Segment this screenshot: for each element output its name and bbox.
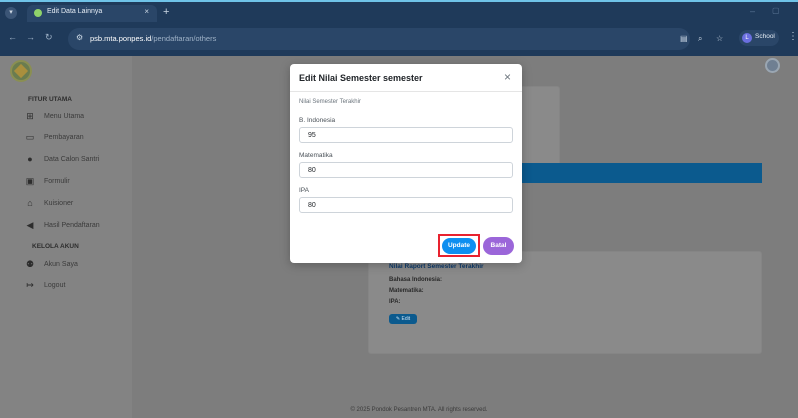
url-host: psb.mta.ponpes.id — [90, 34, 152, 43]
logo-emblem-icon — [13, 63, 29, 79]
profile-avatar-icon: L — [742, 33, 752, 43]
tab-title: Edit Data Lainnya — [47, 8, 103, 15]
modal-divider — [290, 91, 522, 92]
sidebar-item-akun-saya[interactable]: ⚉ Akun Saya — [24, 259, 124, 273]
tab-close-icon[interactable]: × — [144, 7, 149, 16]
forward-icon[interactable]: → — [26, 32, 35, 42]
sidebar-item-label: Menu Utama — [44, 113, 85, 120]
sidebar-item-label: Hasil Pendaftaran — [44, 222, 100, 229]
info-line: Matematika: — [389, 288, 424, 294]
ipa-input[interactable] — [299, 197, 513, 213]
sidebar-item-kuisioner[interactable]: ⌂ Kuisioner — [24, 198, 124, 212]
sidebar-item-formulir[interactable]: ▣ Formulir — [24, 176, 124, 190]
sidebar-item-logout[interactable]: ↦ Logout — [24, 280, 124, 294]
footer: © 2025 Pondok Pesantren MTA. All rights … — [350, 407, 488, 413]
favicon-icon — [34, 9, 42, 17]
new-tab-button[interactable]: + — [163, 6, 169, 18]
info-line: IPA: — [389, 299, 401, 305]
translate-icon[interactable]: ▤ — [680, 34, 688, 43]
sidebar-item-label: Pembayaran — [44, 134, 84, 141]
section-title-main: FITUR UTAMA — [28, 96, 72, 103]
zoom-icon[interactable]: ⌕ — [698, 34, 702, 44]
user-icon: ● — [27, 154, 33, 164]
address-bar[interactable]: ⚙ psb.mta.ponpes.id/pendaftaran/others — [68, 28, 690, 50]
modal-title: Edit Nilai Semester semester — [299, 73, 423, 83]
sidebar-item-label: Formulir — [44, 178, 70, 185]
questionnaire-icon: ⌂ — [27, 198, 33, 208]
profile-label: School — [755, 33, 775, 40]
sidebar-item-menu-utama[interactable]: ⊞ Menu Utama — [24, 111, 124, 125]
browser-toolbar: ← → ↻ ⚙ psb.mta.ponpes.id/pendaftaran/ot… — [0, 22, 798, 56]
sidebar-item-label: Akun Saya — [44, 261, 78, 268]
close-icon[interactable]: × — [504, 70, 511, 84]
edit-modal: Edit Nilai Semester semester × Nilai Sem… — [290, 64, 522, 263]
url-path: /pendaftaran/others — [151, 34, 217, 43]
sidebar-item-pembayaran[interactable]: ▭ Pembayaran — [24, 132, 124, 146]
logo[interactable] — [10, 60, 32, 82]
users-icon: ⚉ — [25, 259, 35, 269]
background-edit-button[interactable]: ✎ Edit — [389, 314, 417, 324]
b-indonesia-input[interactable] — [299, 127, 513, 143]
info-title: Nilai Raport Semester Terakhir — [389, 263, 484, 270]
sidebar-item-data-calon-santri[interactable]: ● Data Calon Santri — [24, 154, 124, 168]
bookmark-star-icon[interactable]: ☆ — [716, 34, 723, 43]
sidebar-item-label: Data Calon Santri — [44, 156, 100, 163]
browser-tabbar: ▾ Edit Data Lainnya × + – ▢ — [0, 0, 798, 22]
field-label-matematika: Matematika — [299, 152, 333, 159]
grid-icon: ⊞ — [26, 111, 34, 121]
megaphone-icon: ◀ — [26, 220, 34, 230]
sidebar-item-hasil-pendaftaran[interactable]: ◀ Hasil Pendaftaran — [24, 220, 124, 234]
user-avatar[interactable] — [765, 58, 780, 73]
back-icon[interactable]: ← — [8, 32, 17, 42]
update-button[interactable]: Update — [442, 238, 476, 254]
field-label-ipa: IPA — [299, 187, 309, 194]
matematika-input[interactable] — [299, 162, 513, 178]
background-card — [520, 86, 560, 166]
field-label-b-indonesia: B. Indonesia — [299, 117, 336, 124]
card-icon: ▭ — [25, 132, 35, 142]
sidebar: FITUR UTAMA ⊞ Menu Utama ▭ Pembayaran ● … — [0, 56, 132, 418]
cancel-button[interactable]: Batal — [483, 237, 514, 255]
sidebar-item-label: Kuisioner — [44, 200, 74, 207]
minimize-icon[interactable]: – — [750, 6, 755, 16]
form-icon: ▣ — [25, 176, 35, 186]
site-info-icon[interactable]: ⚙ — [76, 33, 83, 42]
url-text: psb.mta.ponpes.id/pendaftaran/others — [90, 34, 216, 43]
sidebar-item-label: Logout — [44, 282, 66, 289]
section-title-account: KELOLA AKUN — [32, 243, 79, 250]
reload-icon[interactable]: ↻ — [45, 32, 53, 43]
edit-label: Edit — [401, 316, 411, 322]
browser-tab[interactable]: Edit Data Lainnya × — [27, 5, 157, 22]
logout-icon: ↦ — [26, 280, 34, 290]
browser-menu-icon[interactable]: ⋮ — [788, 31, 798, 42]
field-group-label: Nilai Semester Terakhir — [299, 99, 361, 105]
info-line: Bahasa Indonesia: — [389, 277, 443, 283]
maximize-icon[interactable]: ▢ — [772, 6, 780, 15]
tab-search-icon[interactable]: ▾ — [5, 7, 17, 19]
profile-button[interactable]: L School — [739, 30, 779, 46]
